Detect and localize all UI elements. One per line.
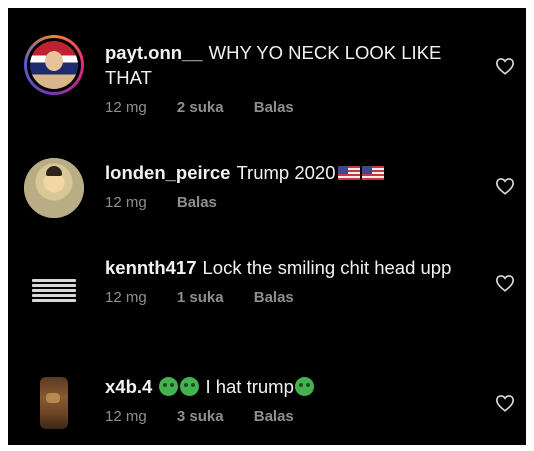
comments-list: payt.onn__ WHY YO NECK LOOK LIKE THAT 12 … — [8, 8, 526, 445]
comment-text-line: x4b.4 I hat trump — [105, 374, 465, 399]
likes-count[interactable]: 2 suka — [177, 99, 224, 116]
avatar[interactable] — [24, 373, 84, 433]
comment-body: londen_peirce Trump 2020 12 mg Balas — [105, 160, 465, 213]
profile-photo-icon — [40, 377, 68, 429]
avatar[interactable] — [24, 260, 84, 320]
comment-body: x4b.4 I hat trump 12 mg 3 suka Balas — [105, 374, 465, 427]
comment-text: Lock the smiling chit head upp — [202, 257, 452, 278]
heart-outline-icon[interactable] — [495, 57, 515, 75]
comment-meta: 12 mg 2 suka Balas — [105, 98, 465, 118]
username[interactable]: londen_peirce — [105, 162, 230, 183]
text-image-avatar-icon — [32, 274, 76, 306]
reply-button[interactable]: Balas — [254, 99, 294, 116]
timestamp: 12 mg — [105, 408, 147, 425]
reply-button[interactable]: Balas — [254, 408, 294, 425]
comment-text-line: payt.onn__ WHY YO NECK LOOK LIKE THAT — [105, 40, 465, 90]
comment-meta: 12 mg 3 suka Balas — [105, 407, 465, 427]
photo-detail — [46, 393, 60, 403]
nauseated-face-icon — [180, 377, 200, 396]
avatar[interactable] — [24, 158, 84, 218]
heart-outline-icon[interactable] — [495, 274, 515, 292]
comment-text-line: londen_peirce Trump 2020 — [105, 160, 465, 185]
username[interactable]: kennth417 — [105, 257, 197, 278]
reply-button[interactable]: Balas — [254, 289, 294, 306]
face-shape — [45, 51, 63, 71]
heart-outline-icon[interactable] — [495, 394, 515, 412]
likes-count[interactable]: 3 suka — [177, 408, 224, 425]
us-flag-icon — [361, 166, 384, 180]
comment-meta: 12 mg Balas — [105, 193, 465, 213]
nauseated-face-icon — [294, 377, 314, 396]
username[interactable]: payt.onn__ — [105, 42, 203, 63]
reply-button[interactable]: Balas — [177, 194, 217, 211]
comment-text: I hat trump — [205, 376, 294, 397]
comment-body: payt.onn__ WHY YO NECK LOOK LIKE THAT 12 … — [105, 40, 465, 118]
timestamp: 12 mg — [105, 289, 147, 306]
comment-text: Trump 2020 — [236, 162, 336, 183]
hair-shape — [46, 166, 62, 176]
likes-count[interactable]: 1 suka — [177, 289, 224, 306]
timestamp: 12 mg — [105, 99, 147, 116]
heart-outline-icon[interactable] — [495, 177, 515, 195]
us-flag-icon — [337, 166, 360, 180]
comment-meta: 12 mg 1 suka Balas — [105, 288, 465, 308]
timestamp: 12 mg — [105, 194, 147, 211]
comment-text-line: kennth417 Lock the smiling chit head upp — [105, 255, 465, 280]
avatar[interactable] — [24, 35, 84, 95]
comment-body: kennth417 Lock the smiling chit head upp … — [105, 255, 465, 308]
username[interactable]: x4b.4 — [105, 376, 152, 397]
nauseated-face-icon — [159, 377, 179, 396]
